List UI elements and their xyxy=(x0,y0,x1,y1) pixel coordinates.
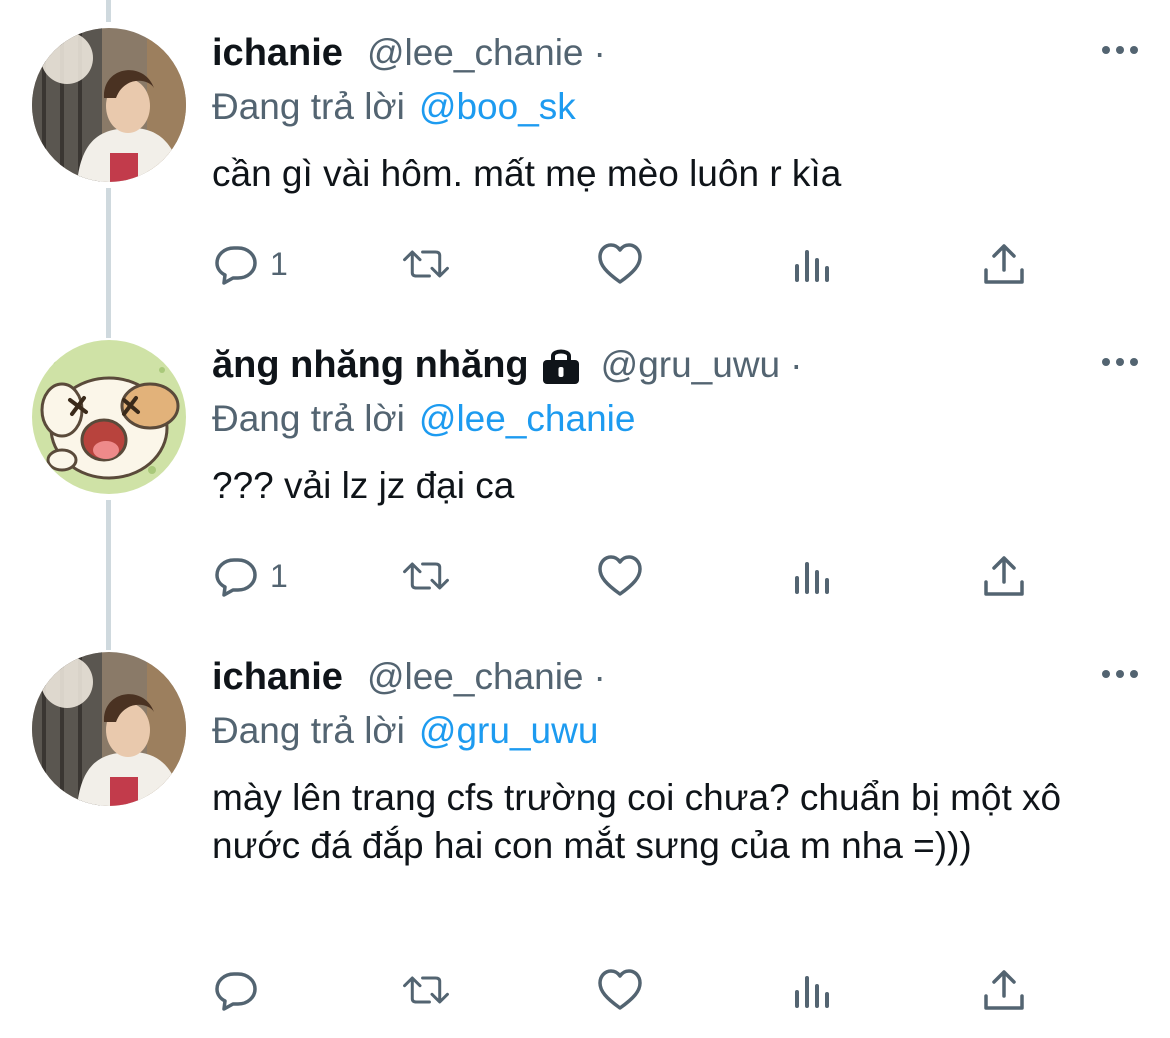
views-button[interactable] xyxy=(790,234,838,294)
share-upload-icon xyxy=(984,556,1024,596)
reply-button[interactable] xyxy=(212,960,270,1020)
tweet-text: cần gì vài hôm. mất mẹ mèo luôn r kìa xyxy=(212,153,842,194)
separator-dot: · xyxy=(790,344,803,385)
replying-to-label: Đang trả lời xyxy=(212,398,405,439)
bar-chart-icon xyxy=(795,562,829,594)
separator-dot: · xyxy=(593,656,606,697)
avatar[interactable] xyxy=(32,28,186,182)
tweet-actions: 1 xyxy=(0,546,1170,606)
reply-count: 1 xyxy=(270,557,288,594)
tweet[interactable]: ichanie @lee_chanie · Đang trả lời @boo_… xyxy=(0,0,1170,320)
replying-to-handle[interactable]: @boo_sk xyxy=(419,86,576,128)
heart-icon xyxy=(598,555,642,596)
user-handle[interactable]: @lee_chanie xyxy=(367,656,584,698)
speech-bubble-icon xyxy=(215,246,257,285)
like-button[interactable] xyxy=(596,234,644,294)
replying-to: Đang trả lời @lee_chanie xyxy=(212,394,635,444)
share-button[interactable] xyxy=(980,960,1028,1020)
replying-to-handle[interactable]: @lee_chanie xyxy=(419,398,636,440)
tweet-actions: 1 xyxy=(0,234,1170,294)
tweet-header: ichanie @lee_chanie · xyxy=(212,652,606,702)
tweet-header: ichanie @lee_chanie · xyxy=(212,28,606,78)
replying-to: Đang trả lời @gru_uwu xyxy=(212,706,598,756)
avatar[interactable] xyxy=(32,652,186,806)
share-upload-icon xyxy=(984,970,1024,1010)
heart-icon xyxy=(598,243,642,284)
reply-button[interactable]: 1 xyxy=(212,546,288,606)
heart-icon xyxy=(598,969,642,1010)
share-upload-icon xyxy=(984,244,1024,284)
views-button[interactable] xyxy=(790,960,838,1020)
speech-bubble-icon xyxy=(215,972,257,1011)
retweet-icon xyxy=(403,562,449,590)
user-handle[interactable]: @gru_uwu xyxy=(601,344,781,386)
more-dots-icon[interactable] xyxy=(1100,42,1140,58)
share-button[interactable] xyxy=(980,546,1028,606)
reply-button[interactable]: 1 xyxy=(212,234,288,294)
views-button[interactable] xyxy=(790,546,838,606)
speech-bubble-icon xyxy=(215,558,257,597)
reply-count: 1 xyxy=(270,245,288,282)
bar-chart-icon xyxy=(795,250,829,282)
like-button[interactable] xyxy=(596,960,644,1020)
display-name[interactable]: ichanie xyxy=(212,656,343,699)
replying-to: Đang trả lời @boo_sk xyxy=(212,82,576,132)
lock-icon xyxy=(542,349,579,384)
tweet[interactable]: ichanie @lee_chanie · Đang trả lời @gru_… xyxy=(0,624,1170,1038)
replying-to-handle[interactable]: @gru_uwu xyxy=(419,710,599,752)
replying-to-label: Đang trả lời xyxy=(212,86,405,127)
tweet-text: ??? vải lz jz đại ca xyxy=(212,465,515,506)
retweet-button[interactable] xyxy=(402,960,450,1020)
retweet-icon xyxy=(403,976,449,1004)
user-handle[interactable]: @lee_chanie xyxy=(367,32,584,74)
more-dots-icon[interactable] xyxy=(1100,354,1140,370)
display-name[interactable]: ichanie xyxy=(212,32,343,75)
retweet-button[interactable] xyxy=(402,546,450,606)
share-button[interactable] xyxy=(980,234,1028,294)
display-name[interactable]: ăng nhăng nhăng xyxy=(212,344,529,387)
tweet-text: mày lên trang cfs trường coi chưa? chuẩn… xyxy=(212,777,1062,866)
more-dots-icon[interactable] xyxy=(1100,666,1140,682)
tweet[interactable]: ăng nhăng nhăng @gru_uwu · Đang trả lời … xyxy=(0,312,1170,632)
retweet-button[interactable] xyxy=(402,234,450,294)
bar-chart-icon xyxy=(795,976,829,1008)
separator-dot: · xyxy=(593,32,606,73)
avatar[interactable] xyxy=(32,340,186,494)
like-button[interactable] xyxy=(596,546,644,606)
replying-to-label: Đang trả lời xyxy=(212,710,405,751)
tweet-actions xyxy=(0,960,1170,1020)
tweet-header: ăng nhăng nhăng @gru_uwu · xyxy=(212,340,802,390)
retweet-icon xyxy=(403,250,449,278)
